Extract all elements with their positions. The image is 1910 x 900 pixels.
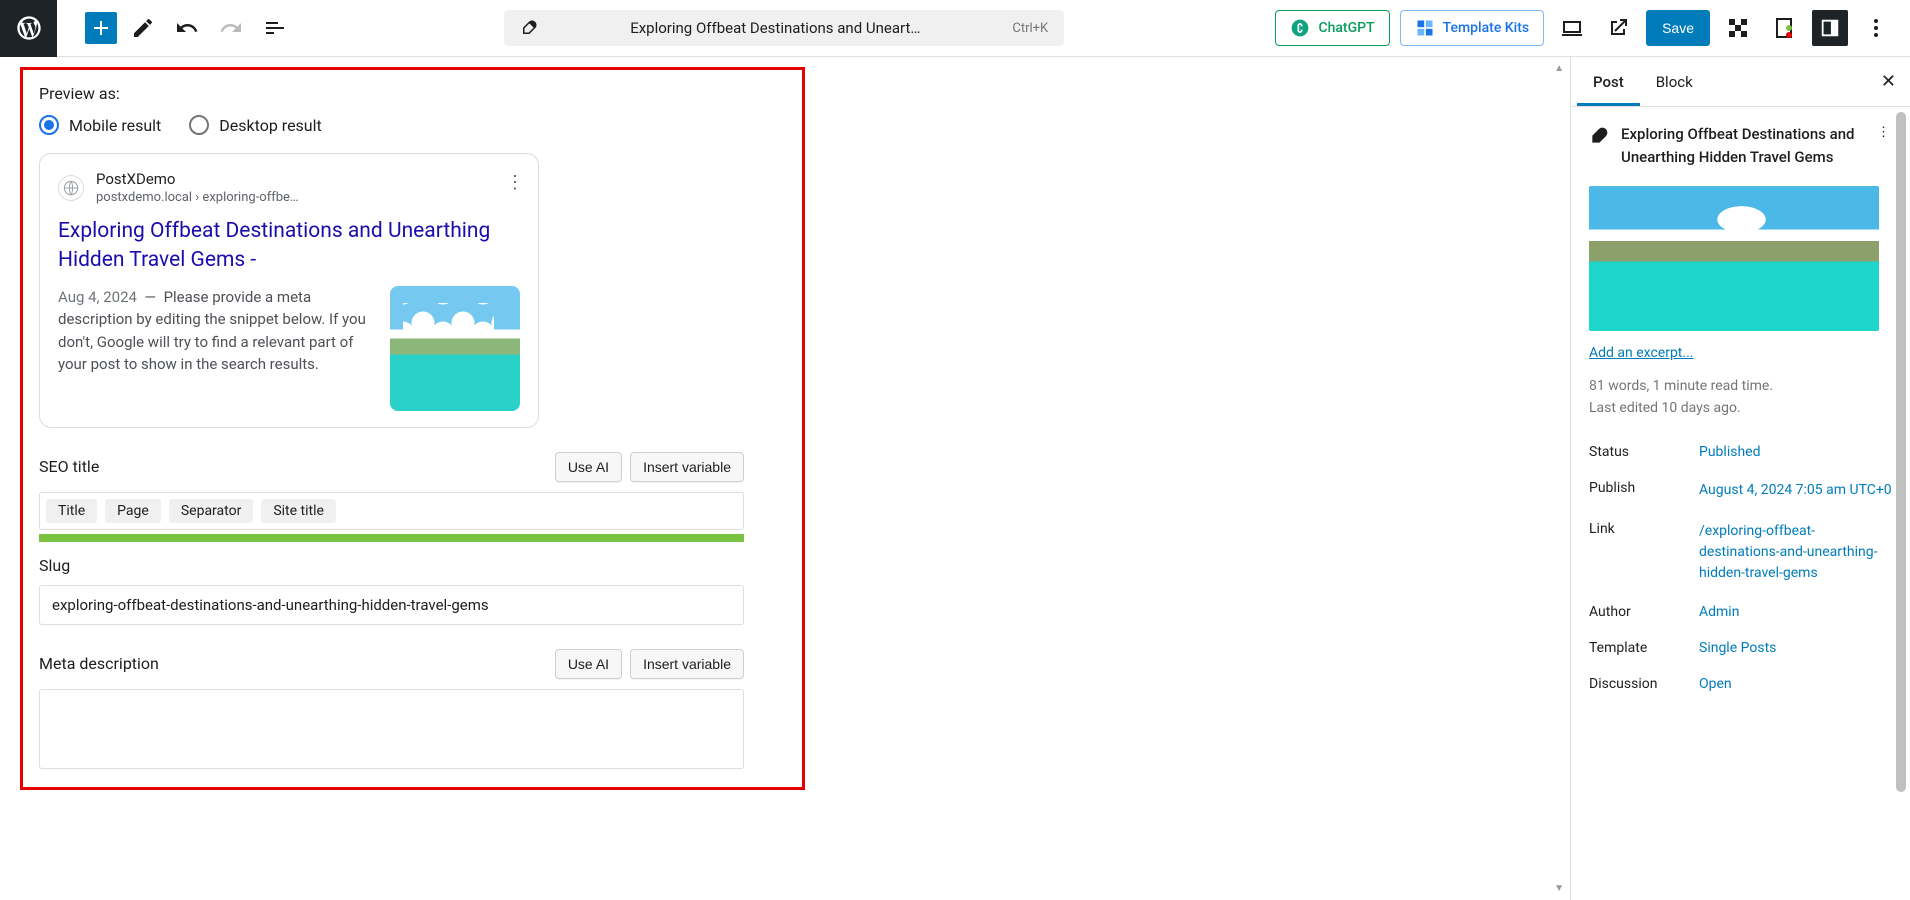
document-title-bar[interactable]: Exploring Offbeat Destinations and Unear… xyxy=(301,10,1267,46)
preview-mode-radio-group: Mobile result Desktop result xyxy=(39,115,786,135)
edit-tool-button[interactable] xyxy=(125,10,161,46)
chip-separator[interactable]: Separator xyxy=(169,499,253,523)
sidebar-tabs: Post Block ✕ xyxy=(1571,57,1910,107)
sidebar-scrollbar[interactable] xyxy=(1896,57,1908,900)
scrollbar-thumb[interactable] xyxy=(1896,112,1906,792)
slug-input[interactable]: exploring-offbeat-destinations-and-unear… xyxy=(39,585,744,625)
toolbar-right: ChatGPT Template Kits Save xyxy=(1275,10,1902,46)
radio-selected-icon xyxy=(39,115,59,135)
post-title: Exploring Offbeat Destinations and Unear… xyxy=(1621,123,1863,168)
save-button[interactable]: Save xyxy=(1646,10,1710,46)
seo-title-use-ai-button[interactable]: Use AI xyxy=(555,452,622,482)
document-title: Exploring Offbeat Destinations and Unear… xyxy=(550,19,1000,37)
chip-page[interactable]: Page xyxy=(105,499,161,523)
scroll-down-indicator: ▼ xyxy=(1554,883,1564,894)
document-outline-button[interactable] xyxy=(257,10,293,46)
serp-url: postxdemo.local › exploring-offbe… xyxy=(96,190,299,205)
feather-icon xyxy=(520,19,538,37)
serp-title: Exploring Offbeat Destinations and Unear… xyxy=(58,217,520,276)
status-value[interactable]: Published xyxy=(1699,444,1892,460)
link-value[interactable]: /exploring-offbeat-destinations-and-unea… xyxy=(1699,521,1892,584)
discussion-label: Discussion xyxy=(1589,676,1699,692)
seo-title-input[interactable]: Title Page Separator Site title xyxy=(39,492,744,530)
seo-snippet-panel: Preview as: Mobile result Desktop result xyxy=(20,67,805,790)
discussion-value[interactable]: Open xyxy=(1699,676,1892,692)
word-count: 81 words, 1 minute read time. xyxy=(1589,375,1892,397)
template-kits-button[interactable]: Template Kits xyxy=(1400,10,1544,46)
template-label: Template xyxy=(1589,640,1699,656)
serp-preview-card: PostXDemo postxdemo.local › exploring-of… xyxy=(39,153,539,428)
publish-label: Publish xyxy=(1589,480,1699,501)
serp-thumbnail xyxy=(390,286,520,411)
publish-value[interactable]: August 4, 2024 7:05 am UTC+0 xyxy=(1699,480,1892,501)
feather-icon xyxy=(1589,126,1609,146)
chip-title[interactable]: Title xyxy=(46,499,97,523)
desktop-result-radio[interactable]: Desktop result xyxy=(189,115,321,135)
seo-title-label: SEO title xyxy=(39,457,99,476)
status-label: Status xyxy=(1589,444,1699,460)
yoast-button[interactable] xyxy=(1766,10,1802,46)
wordpress-logo[interactable] xyxy=(0,0,57,57)
globe-icon xyxy=(58,175,84,201)
author-value[interactable]: Admin xyxy=(1699,604,1892,620)
tab-block[interactable]: Block xyxy=(1640,59,1709,105)
post-actions-menu[interactable]: ⋮ xyxy=(1875,123,1892,142)
serp-site-name: PostXDemo xyxy=(96,170,299,188)
serp-more-icon[interactable]: ⋮ xyxy=(506,172,524,193)
settings-sidebar-toggle[interactable] xyxy=(1812,10,1848,46)
undo-button[interactable] xyxy=(169,10,205,46)
patterns-button[interactable] xyxy=(1720,10,1756,46)
preview-as-label: Preview as: xyxy=(39,84,786,103)
scroll-up-indicator: ▲ xyxy=(1554,63,1564,74)
meta-use-ai-button[interactable]: Use AI xyxy=(555,649,622,679)
device-preview-button[interactable] xyxy=(1554,10,1590,46)
chatgpt-icon xyxy=(1290,18,1310,38)
meta-insert-variable-button[interactable]: Insert variable xyxy=(630,649,744,679)
author-label: Author xyxy=(1589,604,1699,620)
keyboard-shortcut: Ctrl+K xyxy=(1012,21,1048,36)
add-excerpt-link[interactable]: Add an excerpt... xyxy=(1589,345,1892,361)
mobile-result-radio[interactable]: Mobile result xyxy=(39,115,161,135)
chatgpt-button[interactable]: ChatGPT xyxy=(1275,10,1389,46)
link-label: Link xyxy=(1589,521,1699,584)
template-value[interactable]: Single Posts xyxy=(1699,640,1892,656)
redo-button[interactable] xyxy=(213,10,249,46)
settings-sidebar: Post Block ✕ Exploring Offbeat Destinati… xyxy=(1570,57,1910,900)
editor-area: ▲ ▼ Preview as: Mobile result Desktop re… xyxy=(0,57,1570,900)
chip-site-title[interactable]: Site title xyxy=(261,499,336,523)
view-post-button[interactable] xyxy=(1600,10,1636,46)
seo-title-insert-variable-button[interactable]: Insert variable xyxy=(630,452,744,482)
serp-description: Aug 4, 2024 — Please provide a meta desc… xyxy=(58,286,376,411)
seo-title-progress xyxy=(39,534,744,542)
post-panel: Exploring Offbeat Destinations and Unear… xyxy=(1571,107,1910,718)
tab-post[interactable]: Post xyxy=(1577,59,1640,105)
featured-image[interactable] xyxy=(1589,186,1879,331)
options-menu-button[interactable] xyxy=(1858,10,1894,46)
template-kits-icon xyxy=(1415,18,1435,38)
last-edited: Last edited 10 days ago. xyxy=(1589,397,1892,419)
radio-icon xyxy=(189,115,209,135)
meta-description-input[interactable] xyxy=(39,689,744,769)
slug-label: Slug xyxy=(39,556,70,575)
top-toolbar: Exploring Offbeat Destinations and Unear… xyxy=(0,0,1910,57)
serp-date: Aug 4, 2024 xyxy=(58,288,137,306)
add-block-button[interactable] xyxy=(85,12,117,44)
meta-description-label: Meta description xyxy=(39,654,159,673)
main-layout: ▲ ▼ Preview as: Mobile result Desktop re… xyxy=(0,57,1910,900)
